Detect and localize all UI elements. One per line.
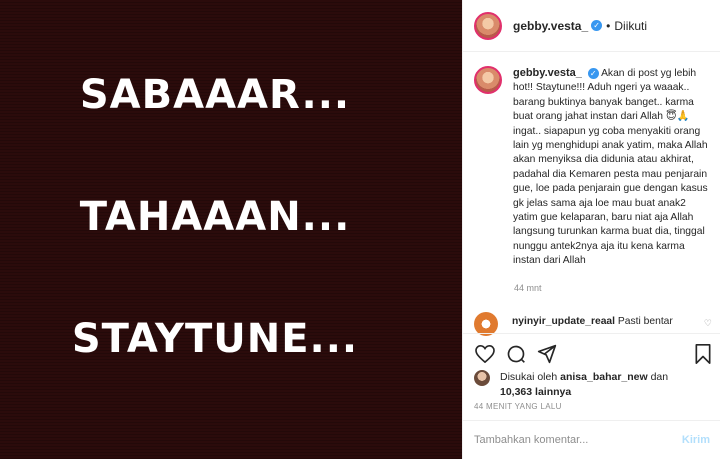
liker-avatar[interactable] bbox=[474, 370, 490, 386]
caption-verified-badge-icon: ✓ bbox=[587, 68, 599, 79]
post-text-line-1: SABAAAR... bbox=[79, 72, 351, 118]
action-bar bbox=[463, 333, 720, 373]
likes-connector: dan bbox=[650, 371, 669, 383]
likes-text: Disukai oleh anisa_bahar_new dan 10,363 … bbox=[500, 370, 668, 400]
comment-like-icon[interactable]: ♡ bbox=[704, 318, 712, 329]
verified-badge-icon: ✓ bbox=[591, 20, 603, 31]
caption-author-avatar[interactable] bbox=[474, 66, 502, 94]
post-text-line-3: STAYTUNE... bbox=[71, 316, 359, 362]
post-timestamp[interactable]: 44 MENIT YANG LALU bbox=[474, 402, 562, 411]
caption-username[interactable]: gebby.vesta_ bbox=[513, 67, 582, 79]
likes-summary: Disukai oleh anisa_bahar_new dan 10,363 … bbox=[474, 370, 714, 400]
comment-text: Pasti bentar bbox=[617, 316, 673, 327]
share-send-icon[interactable] bbox=[536, 343, 558, 365]
comment-input[interactable] bbox=[474, 434, 682, 446]
post-text-line-2: TAHAAAN... bbox=[79, 194, 351, 240]
separator-dot: • bbox=[606, 18, 611, 33]
following-button[interactable]: Diikuti bbox=[614, 19, 647, 33]
save-bookmark-icon[interactable] bbox=[692, 343, 714, 365]
commenter-username[interactable]: nyinyir_update_reaal bbox=[512, 316, 615, 327]
post-image[interactable]: SABAAAR... TAHAAAN... STAYTUNE... bbox=[0, 0, 462, 459]
caption: gebby.vesta_ ✓ Akan di post yg lebih hot… bbox=[474, 66, 714, 269]
likes-prefix: Disukai oleh bbox=[500, 371, 558, 383]
caption-body: gebby.vesta_ ✓ Akan di post yg lebih hot… bbox=[513, 66, 713, 269]
author-avatar[interactable] bbox=[474, 11, 502, 40]
post-header: gebby.vesta_ ✓ • Diikuti bbox=[463, 0, 720, 52]
post-comment-button[interactable]: Kirim bbox=[682, 434, 710, 446]
liker-username[interactable]: anisa_bahar_new bbox=[560, 371, 648, 383]
caption-text: Akan di post yg lebih hot!! Staytune!!! … bbox=[513, 68, 708, 267]
likes-count[interactable]: 10,363 lainnya bbox=[500, 386, 571, 398]
like-heart-icon[interactable] bbox=[474, 343, 496, 365]
author-username[interactable]: gebby.vesta_ bbox=[513, 19, 588, 33]
comment-bubble-icon[interactable] bbox=[505, 343, 527, 365]
caption-time: 44 mnt bbox=[514, 283, 542, 293]
comment-box: Kirim bbox=[463, 420, 720, 459]
comment-text-wrapper: nyinyir_update_reaal Pasti bentar bbox=[512, 316, 673, 327]
post-sidebar: gebby.vesta_ ✓ • Diikuti gebby.vesta_ ✓ … bbox=[462, 0, 720, 459]
